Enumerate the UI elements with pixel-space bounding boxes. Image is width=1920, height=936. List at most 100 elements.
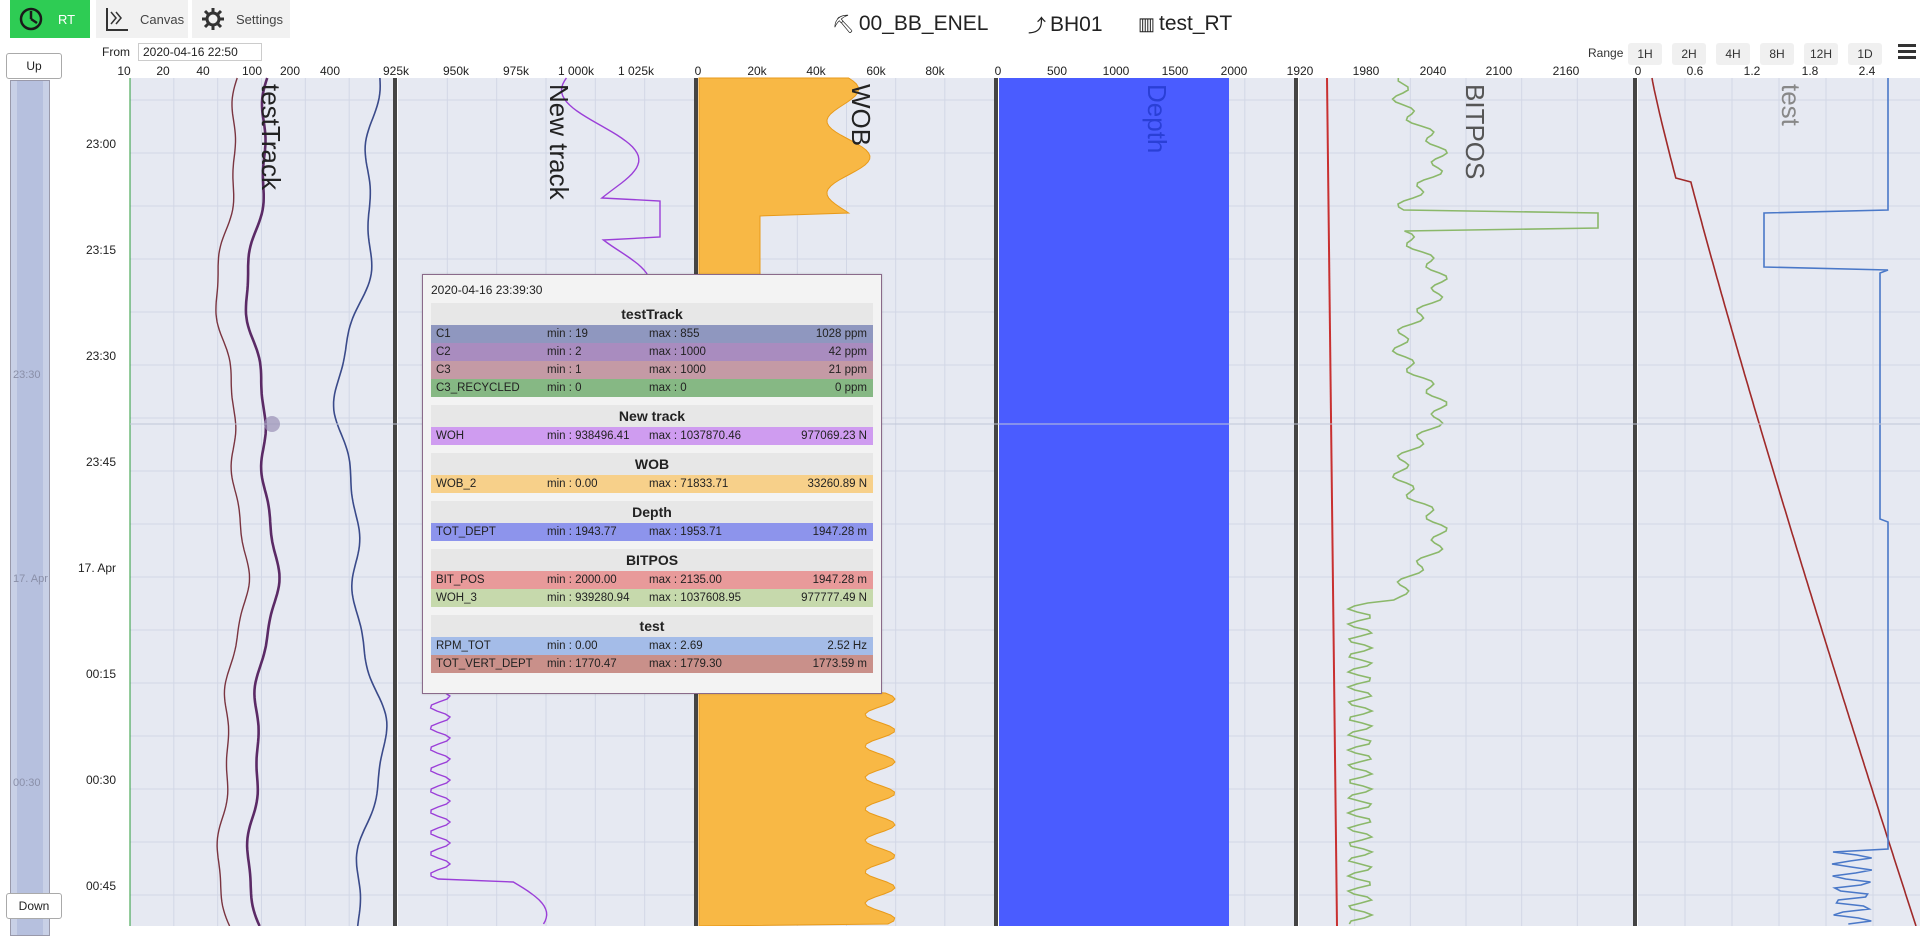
row-value: 42 ppm <box>828 346 867 358</box>
row-value: 1947.28 m <box>812 574 867 586</box>
scale-label: 0.6 <box>1686 64 1704 78</box>
curve-c3 <box>215 77 251 926</box>
dataset-icon: ▥ <box>1138 13 1156 34</box>
range-button-2h[interactable]: 2H <box>1672 43 1706 65</box>
well-name: ⤴ BH01 <box>1028 12 1103 38</box>
row-name: WOH_3 <box>436 592 477 604</box>
row-min: min : 938496.41 <box>547 430 630 442</box>
dataset-label: test_RT <box>1159 12 1233 35</box>
tooltip-row: WOH min : 938496.41 max : 1037870.46 977069… <box>431 427 873 445</box>
rig-label: 00_BB_ENEL <box>858 12 989 35</box>
row-min: min : 0 <box>547 382 582 394</box>
scale-label: 20 <box>156 64 170 78</box>
tooltip-group-testtrack: testTrack C1 min : 19 max : 855 1028 ppm C2… <box>431 303 873 397</box>
scale-label: 10 <box>117 64 131 78</box>
row-min: min : 1 <box>547 364 582 376</box>
scale-label: 1 000k <box>557 64 595 78</box>
range-button-8h[interactable]: 8H <box>1760 43 1794 65</box>
time-tick-label: 23:45 <box>85 455 116 469</box>
row-value: 21 ppm <box>828 364 867 376</box>
tooltip-timestamp: 2020-04-16 23:39:30 <box>431 283 543 297</box>
menu-icon[interactable] <box>1898 44 1916 60</box>
curve-bitpos <box>1345 78 1599 925</box>
time-tick-label: 23:30 <box>85 349 116 363</box>
scale-label: 1000 <box>1102 64 1130 78</box>
curve-rpm-tot <box>1763 78 1889 925</box>
log-tracks[interactable]: testTrack New track WOB Depth BITPOS test <box>0 0 1920 926</box>
tooltip-group-wob: WOB WOB_2 min : 0.00 max : 71833.71 33260.8… <box>431 453 873 493</box>
time-axis: 23:00 23:15 23:30 23:45 17. Apr 00:15 00… <box>68 80 130 926</box>
from-date-input[interactable] <box>138 43 262 61</box>
from-label: From <box>102 45 130 59</box>
settings-label: Settings <box>236 11 283 27</box>
tooltip-row: RPM_TOT min : 0.00 max : 2.69 2.52 Hz <box>431 637 873 655</box>
track-background <box>130 78 393 926</box>
row-min: min : 2000.00 <box>547 574 617 586</box>
row-name: BIT_POS <box>436 574 485 586</box>
row-min: min : 939280.94 <box>547 592 630 604</box>
track-title: testTrack <box>256 84 286 191</box>
tooltip-row: TOT_DEPT min : 1943.77 max : 1953.71 1947.2… <box>431 523 873 541</box>
realtime-icon <box>16 4 46 34</box>
curve-c2 <box>244 77 281 926</box>
tooltip-row: C2 min : 2 max : 1000 42 ppm <box>431 343 873 361</box>
rig-name: ⛏ 00_BB_ENEL <box>832 12 988 36</box>
track-title: New track <box>544 84 574 201</box>
tooltip-group-title: New track <box>431 405 873 427</box>
row-min: min : 0.00 <box>547 478 598 490</box>
track-title: test <box>1776 84 1806 127</box>
scale-label: 80k <box>925 64 945 78</box>
top-toolbar: RT Canvas Settings ⛏ 00_BB_ENEL ⤴ BH01 ▥ te… <box>0 0 1920 40</box>
row-value: 33260.89 N <box>807 478 867 490</box>
scale-label: 2000 <box>1220 64 1248 78</box>
down-button[interactable]: Down <box>6 893 62 919</box>
tooltip-row: C1 min : 19 max : 855 1028 ppm <box>431 325 873 343</box>
range-button-12h[interactable]: 12H <box>1804 43 1838 65</box>
scale-label: 1.8 <box>1801 64 1819 78</box>
row-value: 977069.23 N <box>801 430 867 442</box>
scale-label: 2100 <box>1485 64 1513 78</box>
track-background <box>1299 78 1633 926</box>
up-button[interactable]: Up <box>6 53 62 79</box>
rt-button[interactable]: RT <box>10 0 90 38</box>
range-button-4h[interactable]: 4H <box>1716 43 1750 65</box>
row-max: max : 2.69 <box>649 640 703 652</box>
scale-label: 60k <box>866 64 886 78</box>
tooltip-group-title: test <box>431 615 873 637</box>
row-max: max : 1000 <box>649 346 706 358</box>
time-tick-label: 00:45 <box>85 879 116 893</box>
tooltip-row: BIT_POS min : 2000.00 max : 2135.00 1947.28… <box>431 571 873 589</box>
range-button-1h[interactable]: 1H <box>1628 43 1662 65</box>
range-button-1d[interactable]: 1D <box>1848 43 1882 65</box>
time-tick-label: 00:15 <box>85 667 116 681</box>
overview-window[interactable] <box>17 81 43 935</box>
canvas-label: Canvas <box>140 11 185 27</box>
dataset-name: ▥ test_RT <box>1138 12 1232 36</box>
canvas-button[interactable]: Canvas <box>96 0 188 38</box>
scale-label: 0 <box>1634 64 1642 78</box>
row-max: max : 1037870.46 <box>649 430 742 442</box>
overview-scrollbar[interactable]: 23:30 17. Apr 00:30 <box>10 80 50 936</box>
row-name: TOT_VERT_DEPT <box>436 658 533 670</box>
row-max: max : 855 <box>649 328 700 340</box>
scale-label: 950k <box>442 64 470 78</box>
track-title: WOB <box>846 84 876 146</box>
tooltip-group-title: Depth <box>431 501 873 523</box>
row-min: min : 0.00 <box>547 640 598 652</box>
depth-area <box>999 78 1229 926</box>
tooltip-row: C3 min : 1 max : 1000 21 ppm <box>431 361 873 379</box>
row-max: max : 1779.30 <box>649 658 722 670</box>
row-max: max : 1953.71 <box>649 526 722 538</box>
tooltip-group-title: BITPOS <box>431 549 873 571</box>
row-value: 2.52 Hz <box>827 640 867 652</box>
tooltip-group-test: test RPM_TOT min : 0.00 max : 2.69 2.52 Hz … <box>431 615 873 673</box>
scale-label: 100 <box>241 64 263 78</box>
time-tick-label: 00:30 <box>85 773 116 787</box>
scale-label: 1500 <box>1161 64 1189 78</box>
tooltip-group-title: testTrack <box>431 303 873 325</box>
scale-label: 0 <box>994 64 1002 78</box>
settings-button[interactable]: Settings <box>192 0 290 38</box>
tooltip-row: C3_RECYCLED min : 0 max : 0 0 ppm <box>431 379 873 397</box>
scale-label: 1 025k <box>617 64 655 78</box>
well-icon: ⤴ <box>1028 16 1046 36</box>
